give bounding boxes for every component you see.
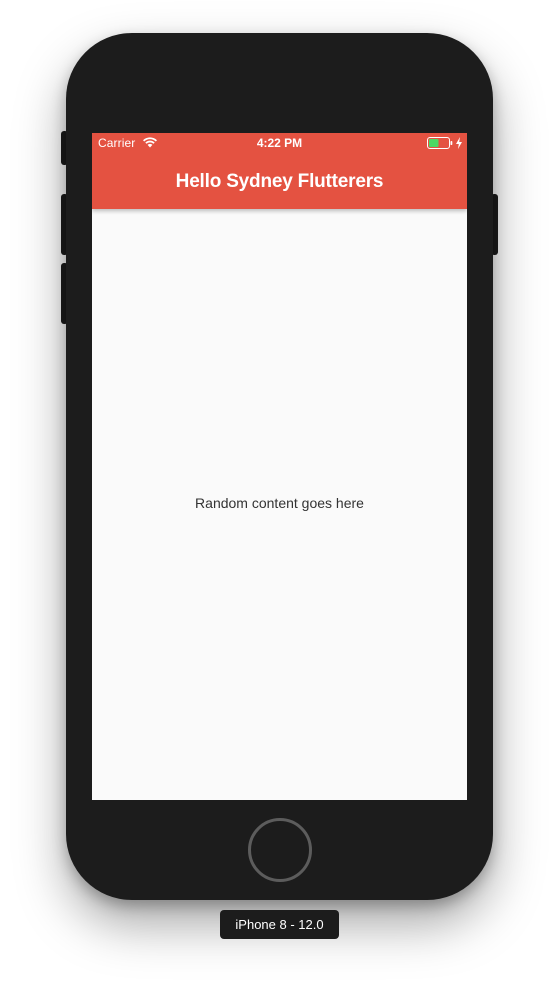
app-bar: Carrier 4:22 PM Hello Sydney Flutterers	[92, 133, 467, 209]
body-text: Random content goes here	[195, 495, 364, 511]
home-button[interactable]	[248, 818, 312, 882]
status-bar: Carrier 4:22 PM	[92, 133, 467, 153]
device-screen: Carrier 4:22 PM Hello Sydney Flutterers	[92, 133, 467, 800]
status-time: 4:22 PM	[256, 136, 303, 150]
battery-icon	[427, 137, 453, 149]
app-bar-title: Hello Sydney Flutterers	[175, 171, 384, 192]
device-label: iPhone 8 - 12.0	[220, 910, 339, 939]
bolt-icon	[456, 137, 462, 149]
simulator-stage: Carrier 4:22 PM Hello Sydney Flutterers	[0, 0, 559, 981]
